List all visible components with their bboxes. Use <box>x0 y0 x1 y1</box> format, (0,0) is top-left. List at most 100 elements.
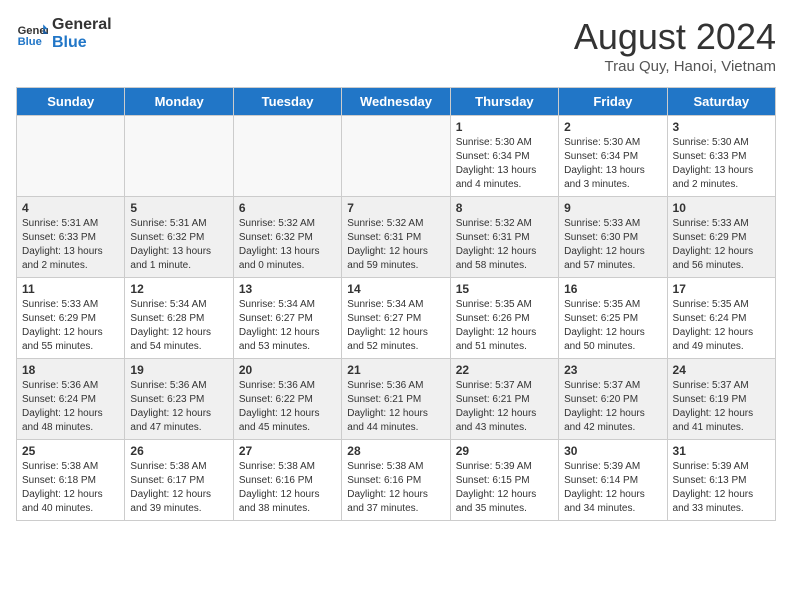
day-number: 14 <box>347 282 444 296</box>
calendar-cell: 24 Sunrise: 5:37 AM Sunset: 6:19 PM Dayli… <box>667 359 775 440</box>
day-info: Sunrise: 5:36 AM Sunset: 6:24 PM Dayligh… <box>22 379 119 435</box>
day-info: Sunrise: 5:33 AM Sunset: 6:29 PM Dayligh… <box>22 298 119 354</box>
weekday-header-friday: Friday <box>559 88 667 116</box>
day-number: 3 <box>673 120 770 134</box>
calendar-cell: 5 Sunrise: 5:31 AM Sunset: 6:32 PM Daylig… <box>125 197 233 278</box>
weekday-header-tuesday: Tuesday <box>233 88 341 116</box>
calendar-cell: 17 Sunrise: 5:35 AM Sunset: 6:24 PM Dayli… <box>667 278 775 359</box>
day-info: Sunrise: 5:30 AM Sunset: 6:34 PM Dayligh… <box>456 136 553 192</box>
day-info: Sunrise: 5:30 AM Sunset: 6:33 PM Dayligh… <box>673 136 770 192</box>
day-info: Sunrise: 5:36 AM Sunset: 6:22 PM Dayligh… <box>239 379 336 435</box>
day-info: Sunrise: 5:39 AM Sunset: 6:14 PM Dayligh… <box>564 460 661 516</box>
logo: General Blue General Blue <box>16 16 112 51</box>
day-number: 25 <box>22 444 119 458</box>
day-number: 1 <box>456 120 553 134</box>
calendar-cell: 7Sunrise: 5:32 AM Sunset: 6:31 PM Daylig… <box>342 197 450 278</box>
day-number: 29 <box>456 444 553 458</box>
calendar-cell <box>342 116 450 197</box>
calendar-cell: 13Sunrise: 5:34 AM Sunset: 6:27 PM Dayli… <box>233 278 341 359</box>
day-info: Sunrise: 5:35 AM Sunset: 6:26 PM Dayligh… <box>456 298 553 354</box>
day-info: Sunrise: 5:37 AM Sunset: 6:20 PM Dayligh… <box>564 379 661 435</box>
calendar-title: August 2024 <box>574 16 776 58</box>
calendar-cell: 19 Sunrise: 5:36 AM Sunset: 6:23 PM Dayli… <box>125 359 233 440</box>
day-number: 21 <box>347 363 444 377</box>
calendar-cell: 16Sunrise: 5:35 AM Sunset: 6:25 PM Dayli… <box>559 278 667 359</box>
calendar-cell: 12 Sunrise: 5:34 AM Sunset: 6:28 PM Dayli… <box>125 278 233 359</box>
day-info: Sunrise: 5:34 AM Sunset: 6:28 PM Dayligh… <box>130 298 227 354</box>
weekday-header-row: SundayMondayTuesdayWednesdayThursdayFrid… <box>17 88 776 116</box>
calendar-cell: 20 Sunrise: 5:36 AM Sunset: 6:22 PM Dayli… <box>233 359 341 440</box>
calendar-cell: 27Sunrise: 5:38 AM Sunset: 6:16 PM Dayli… <box>233 440 341 521</box>
day-info: Sunrise: 5:32 AM Sunset: 6:31 PM Dayligh… <box>347 217 444 273</box>
weekday-header-thursday: Thursday <box>450 88 558 116</box>
weekday-header-monday: Monday <box>125 88 233 116</box>
day-number: 4 <box>22 201 119 215</box>
calendar-cell: 25 Sunrise: 5:38 AM Sunset: 6:18 PM Dayli… <box>17 440 125 521</box>
calendar-cell: 6Sunrise: 5:32 AM Sunset: 6:32 PM Daylig… <box>233 197 341 278</box>
calendar-cell <box>125 116 233 197</box>
day-number: 10 <box>673 201 770 215</box>
calendar-table: SundayMondayTuesdayWednesdayThursdayFrid… <box>16 87 776 521</box>
day-info: Sunrise: 5:31 AM Sunset: 6:32 PM Dayligh… <box>130 217 227 273</box>
calendar-cell: 21Sunrise: 5:36 AM Sunset: 6:21 PM Dayli… <box>342 359 450 440</box>
day-number: 26 <box>130 444 227 458</box>
page-header: General Blue General Blue August 2024 Tr… <box>16 16 776 75</box>
day-number: 30 <box>564 444 661 458</box>
calendar-cell: 15 Sunrise: 5:35 AM Sunset: 6:26 PM Dayli… <box>450 278 558 359</box>
logo-icon: General Blue <box>16 18 48 50</box>
day-info: Sunrise: 5:37 AM Sunset: 6:21 PM Dayligh… <box>456 379 553 435</box>
day-info: Sunrise: 5:39 AM Sunset: 6:15 PM Dayligh… <box>456 460 553 516</box>
day-number: 18 <box>22 363 119 377</box>
calendar-week-row: 18 Sunrise: 5:36 AM Sunset: 6:24 PM Dayli… <box>17 359 776 440</box>
day-number: 11 <box>22 282 119 296</box>
calendar-cell: 18 Sunrise: 5:36 AM Sunset: 6:24 PM Dayli… <box>17 359 125 440</box>
day-number: 28 <box>347 444 444 458</box>
calendar-week-row: 4 Sunrise: 5:31 AM Sunset: 6:33 PM Daylig… <box>17 197 776 278</box>
day-info: Sunrise: 5:38 AM Sunset: 6:16 PM Dayligh… <box>347 460 444 516</box>
day-info: Sunrise: 5:37 AM Sunset: 6:19 PM Dayligh… <box>673 379 770 435</box>
logo-line1: General <box>52 16 112 34</box>
calendar-cell: 22Sunrise: 5:37 AM Sunset: 6:21 PM Dayli… <box>450 359 558 440</box>
day-info: Sunrise: 5:35 AM Sunset: 6:25 PM Dayligh… <box>564 298 661 354</box>
day-number: 17 <box>673 282 770 296</box>
calendar-cell <box>233 116 341 197</box>
day-number: 19 <box>130 363 227 377</box>
day-number: 20 <box>239 363 336 377</box>
day-info: Sunrise: 5:35 AM Sunset: 6:24 PM Dayligh… <box>673 298 770 354</box>
day-info: Sunrise: 5:38 AM Sunset: 6:16 PM Dayligh… <box>239 460 336 516</box>
calendar-cell: 28 Sunrise: 5:38 AM Sunset: 6:16 PM Dayli… <box>342 440 450 521</box>
day-info: Sunrise: 5:32 AM Sunset: 6:31 PM Dayligh… <box>456 217 553 273</box>
calendar-week-row: 11 Sunrise: 5:33 AM Sunset: 6:29 PM Dayli… <box>17 278 776 359</box>
day-number: 31 <box>673 444 770 458</box>
calendar-cell: 1 Sunrise: 5:30 AM Sunset: 6:34 PM Daylig… <box>450 116 558 197</box>
day-info: Sunrise: 5:30 AM Sunset: 6:34 PM Dayligh… <box>564 136 661 192</box>
calendar-cell: 3 Sunrise: 5:30 AM Sunset: 6:33 PM Daylig… <box>667 116 775 197</box>
calendar-cell: 29 Sunrise: 5:39 AM Sunset: 6:15 PM Dayli… <box>450 440 558 521</box>
calendar-cell: 11 Sunrise: 5:33 AM Sunset: 6:29 PM Dayli… <box>17 278 125 359</box>
day-number: 5 <box>130 201 227 215</box>
day-number: 8 <box>456 201 553 215</box>
calendar-cell: 23 Sunrise: 5:37 AM Sunset: 6:20 PM Dayli… <box>559 359 667 440</box>
day-number: 23 <box>564 363 661 377</box>
day-number: 12 <box>130 282 227 296</box>
calendar-cell: 10 Sunrise: 5:33 AM Sunset: 6:29 PM Dayli… <box>667 197 775 278</box>
calendar-cell: 26 Sunrise: 5:38 AM Sunset: 6:17 PM Dayli… <box>125 440 233 521</box>
calendar-cell: 8 Sunrise: 5:32 AM Sunset: 6:31 PM Daylig… <box>450 197 558 278</box>
calendar-cell: 30 Sunrise: 5:39 AM Sunset: 6:14 PM Dayli… <box>559 440 667 521</box>
day-info: Sunrise: 5:38 AM Sunset: 6:17 PM Dayligh… <box>130 460 227 516</box>
day-number: 24 <box>673 363 770 377</box>
day-info: Sunrise: 5:33 AM Sunset: 6:29 PM Dayligh… <box>673 217 770 273</box>
day-info: Sunrise: 5:38 AM Sunset: 6:18 PM Dayligh… <box>22 460 119 516</box>
day-number: 6 <box>239 201 336 215</box>
day-info: Sunrise: 5:31 AM Sunset: 6:33 PM Dayligh… <box>22 217 119 273</box>
day-info: Sunrise: 5:36 AM Sunset: 6:23 PM Dayligh… <box>130 379 227 435</box>
day-info: Sunrise: 5:34 AM Sunset: 6:27 PM Dayligh… <box>239 298 336 354</box>
title-section: August 2024 Trau Quy, Hanoi, Vietnam <box>574 16 776 75</box>
calendar-cell: 2 Sunrise: 5:30 AM Sunset: 6:34 PM Daylig… <box>559 116 667 197</box>
weekday-header-saturday: Saturday <box>667 88 775 116</box>
day-number: 15 <box>456 282 553 296</box>
calendar-cell: 14Sunrise: 5:34 AM Sunset: 6:27 PM Dayli… <box>342 278 450 359</box>
calendar-week-row: 25 Sunrise: 5:38 AM Sunset: 6:18 PM Dayli… <box>17 440 776 521</box>
calendar-cell: 31Sunrise: 5:39 AM Sunset: 6:13 PM Dayli… <box>667 440 775 521</box>
day-number: 2 <box>564 120 661 134</box>
